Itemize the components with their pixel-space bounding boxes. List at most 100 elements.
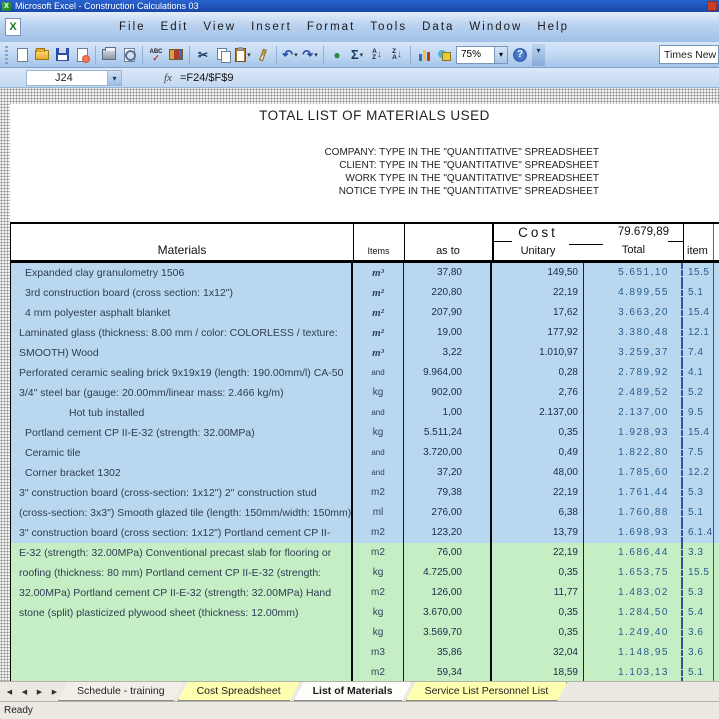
quantity-cell[interactable]: 5.511,24: [404, 423, 492, 443]
toolbar-grip[interactable]: [5, 46, 8, 64]
unit-cell[interactable]: kg: [353, 563, 404, 583]
cut-icon[interactable]: ✂: [194, 46, 212, 63]
copy-icon[interactable]: [214, 46, 232, 63]
sheet-tab-service-list-personnel-list[interactable]: Service List Personnel List: [406, 682, 568, 701]
unitary-cost-cell[interactable]: 0,28: [492, 363, 584, 383]
unit-cell[interactable]: m³: [353, 343, 404, 363]
material-cell[interactable]: SMOOTH) Wood: [11, 343, 353, 363]
permission-icon[interactable]: [73, 46, 91, 63]
material-cell[interactable]: 3" construction board (cross section: 1x…: [11, 523, 353, 543]
quantity-cell[interactable]: 3.670,00: [404, 603, 492, 623]
material-cell[interactable]: 3rd construction board (cross section: 1…: [11, 283, 353, 303]
unit-cell[interactable]: m2: [353, 663, 404, 681]
total-cost-cell[interactable]: 1.785,60: [584, 463, 683, 483]
unitary-cost-cell[interactable]: 22,19: [492, 283, 584, 303]
unit-cell[interactable]: kg: [353, 423, 404, 443]
unit-cell[interactable]: and: [353, 403, 404, 423]
header-cost-total-value[interactable]: 79.679,89: [574, 226, 669, 238]
quantity-cell[interactable]: 4.725,00: [404, 563, 492, 583]
unit-cell[interactable]: m²: [353, 323, 404, 343]
material-cell[interactable]: Expanded clay granulometry 1506: [11, 263, 353, 283]
header-materials[interactable]: Materials: [11, 243, 353, 257]
spelling-icon[interactable]: ABC✓: [147, 46, 165, 63]
material-cell[interactable]: E-32 (strength: 32.00MPa) Conventional p…: [11, 543, 353, 563]
name-box[interactable]: J24: [26, 70, 108, 86]
quantity-cell[interactable]: 902,00: [404, 383, 492, 403]
quantity-cell[interactable]: 207,90: [404, 303, 492, 323]
quantity-cell[interactable]: 220,80: [404, 283, 492, 303]
material-cell[interactable]: (cross-section: 3x3") Smooth glazed tile…: [11, 503, 353, 523]
unit-cell[interactable]: m3: [353, 643, 404, 663]
unit-cell[interactable]: kg: [353, 603, 404, 623]
material-cell[interactable]: 4 mm polyester asphalt blanket: [11, 303, 353, 323]
menu-item-edit[interactable]: Edit: [161, 21, 189, 33]
material-cell[interactable]: 3/4" steel bar (gauge: 20.00mm/linear ma…: [11, 383, 353, 403]
autosum-icon[interactable]: Σ▾: [348, 46, 366, 63]
header-as-to[interactable]: as to: [404, 245, 492, 257]
quantity-cell[interactable]: 79,38: [404, 483, 492, 503]
chart-wizard-icon[interactable]: [415, 46, 433, 63]
paste-icon[interactable]: ▾: [234, 46, 252, 63]
total-cost-cell[interactable]: 5.651,10: [584, 263, 683, 283]
first-sheet-icon[interactable]: ◀: [3, 685, 16, 699]
last-sheet-icon[interactable]: ▶: [48, 685, 61, 699]
unitary-cost-cell[interactable]: 11,77: [492, 583, 584, 603]
quantity-cell[interactable]: 123,20: [404, 523, 492, 543]
hyperlink-icon[interactable]: ●: [328, 46, 346, 63]
unit-cell[interactable]: m2: [353, 583, 404, 603]
total-cost-cell[interactable]: 1.698,93: [584, 523, 683, 543]
undo-icon[interactable]: ↶▾: [281, 46, 299, 63]
unitary-cost-cell[interactable]: 1.010,97: [492, 343, 584, 363]
unit-cell[interactable]: m²: [353, 303, 404, 323]
unit-cell[interactable]: m2: [353, 543, 404, 563]
print-preview-icon[interactable]: [120, 46, 138, 63]
research-icon[interactable]: [167, 46, 185, 63]
unit-cell[interactable]: and: [353, 463, 404, 483]
new-document-icon[interactable]: [13, 46, 31, 63]
unitary-cost-cell[interactable]: 0,35: [492, 423, 584, 443]
total-cost-cell[interactable]: 1.103,13: [584, 663, 683, 681]
toolbar-options-icon[interactable]: ▾: [532, 44, 545, 66]
zoom-select[interactable]: 75% ▾: [456, 46, 508, 64]
material-cell[interactable]: Corner bracket 1302: [11, 463, 353, 483]
total-cost-cell[interactable]: 1.761,44: [584, 483, 683, 503]
total-cost-cell[interactable]: 2.789,92: [584, 363, 683, 383]
unit-cell[interactable]: m³: [353, 263, 404, 283]
material-cell[interactable]: [11, 643, 353, 663]
unitary-cost-cell[interactable]: 177,92: [492, 323, 584, 343]
quantity-cell[interactable]: 59,34: [404, 663, 492, 681]
material-cell[interactable]: stone (split) plasticized plywood sheet …: [11, 603, 353, 623]
total-cost-cell[interactable]: 1.928,93: [584, 423, 683, 443]
title-bar[interactable]: X Microsoft Excel - Construction Calcula…: [0, 0, 719, 12]
unit-cell[interactable]: m2: [353, 483, 404, 503]
save-icon[interactable]: [53, 46, 71, 63]
quantity-cell[interactable]: 276,00: [404, 503, 492, 523]
quantity-cell[interactable]: 3,22: [404, 343, 492, 363]
quantity-cell[interactable]: 76,00: [404, 543, 492, 563]
sort-ascending-icon[interactable]: AZ ↓: [368, 46, 386, 63]
total-cost-cell[interactable]: 3.380,48: [584, 323, 683, 343]
material-cell[interactable]: Hot tub installed: [11, 403, 353, 423]
total-cost-cell[interactable]: 1.653,75: [584, 563, 683, 583]
formula-input[interactable]: =F24/$F$9: [180, 72, 234, 84]
quantity-cell[interactable]: 3.569,70: [404, 623, 492, 643]
unitary-cost-cell[interactable]: 17,62: [492, 303, 584, 323]
drawing-icon[interactable]: [435, 46, 453, 63]
unitary-cost-cell[interactable]: 13,79: [492, 523, 584, 543]
sheet-tab-cost-spreadsheet[interactable]: Cost Spreadsheet: [178, 682, 300, 701]
material-cell[interactable]: Portland cement CP II-E-32 (strength: 32…: [11, 423, 353, 443]
open-folder-icon[interactable]: [33, 46, 51, 63]
menu-item-help[interactable]: Help: [537, 21, 569, 33]
total-cost-cell[interactable]: 1.148,95: [584, 643, 683, 663]
total-cost-cell[interactable]: 1.686,44: [584, 543, 683, 563]
unit-cell[interactable]: m²: [353, 283, 404, 303]
menu-item-tools[interactable]: Tools: [370, 21, 407, 33]
sheet-tab-schedule-training[interactable]: Schedule - training: [58, 682, 184, 701]
total-cost-cell[interactable]: 4.899,55: [584, 283, 683, 303]
unitary-cost-cell[interactable]: 48,00: [492, 463, 584, 483]
quantity-cell[interactable]: 35,86: [404, 643, 492, 663]
menu-item-format[interactable]: Format: [307, 21, 355, 33]
unitary-cost-cell[interactable]: 32,04: [492, 643, 584, 663]
table-header[interactable]: Materials Items as to Cost 79.679,89 Uni…: [11, 222, 719, 263]
print-icon[interactable]: [100, 46, 118, 63]
